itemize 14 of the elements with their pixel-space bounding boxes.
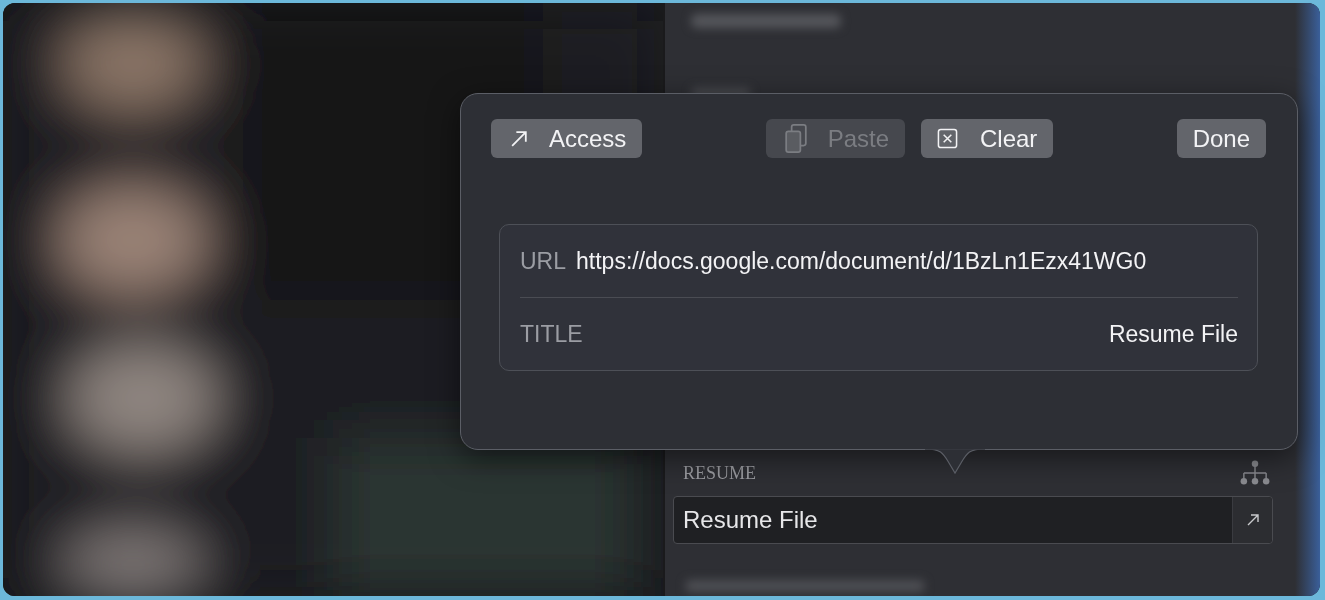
- access-button[interactable]: Access: [491, 119, 643, 158]
- clear-button[interactable]: Clear: [921, 119, 1054, 158]
- clipboard-icon: [783, 122, 808, 155]
- open-link-button[interactable]: [1232, 497, 1272, 543]
- done-button[interactable]: Done: [1176, 119, 1266, 158]
- field-label: TITLE: [520, 320, 583, 348]
- title-value[interactable]: Resume File: [1108, 320, 1238, 348]
- text-field[interactable]: Resume File: [673, 496, 1273, 544]
- section-label: RESUME: [683, 462, 756, 484]
- field-label: URL: [520, 247, 566, 275]
- hierarchy-icon: [1239, 460, 1271, 486]
- url-value[interactable]: https://docs.google.com/document/d/1BzLn1Ezx41WG0: [576, 247, 1147, 275]
- arrow-icon: [509, 128, 530, 149]
- clear-icon: [937, 128, 958, 149]
